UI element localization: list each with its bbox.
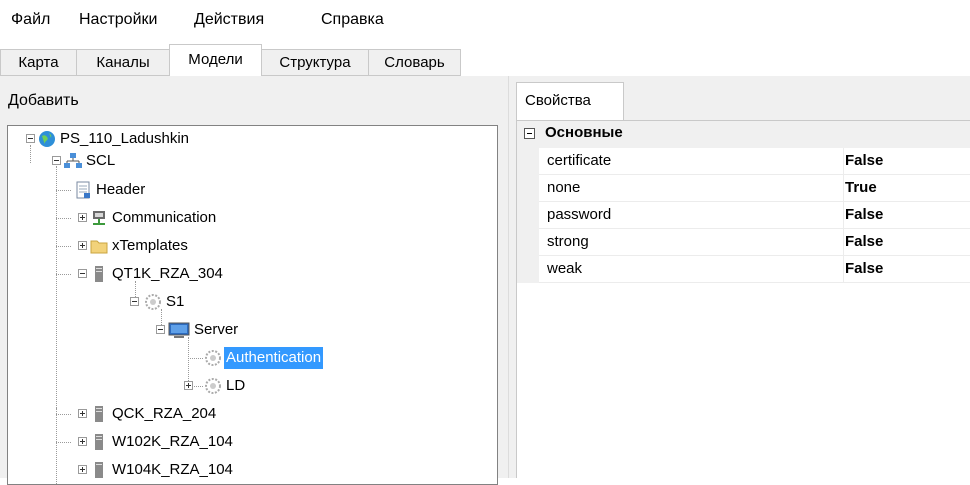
document-icon <box>76 181 90 199</box>
tree-node-root[interactable]: PS_110_Ladushkin <box>8 128 488 150</box>
tree-node-label: Communication <box>112 209 217 226</box>
tree-node-ied[interactable]: QT1K_RZA_304 <box>8 263 488 285</box>
tree-node-label: SCL <box>86 152 116 169</box>
property-row[interactable]: strong False <box>517 229 970 256</box>
monitor-icon <box>168 322 190 338</box>
property-name: none <box>539 175 844 202</box>
server-icon <box>95 462 103 478</box>
server-icon <box>95 266 103 282</box>
property-value[interactable]: False <box>843 148 970 175</box>
property-name: weak <box>539 256 844 283</box>
tree-node-label: W102K_RZA_104 <box>112 433 233 450</box>
collapse-toggle[interactable] <box>156 325 165 334</box>
expand-toggle[interactable] <box>78 465 87 474</box>
menu-help[interactable]: Справка <box>321 11 384 29</box>
tree-node-label: PS_110_Ladushkin <box>60 130 189 147</box>
tree-node-label: S1 <box>166 293 185 310</box>
collapse-toggle[interactable] <box>78 269 87 278</box>
gear-cluster-icon <box>145 294 161 310</box>
tree-node-label: Header <box>96 181 146 198</box>
property-gutter <box>517 175 539 202</box>
property-gutter <box>517 202 539 229</box>
server-icon <box>95 434 103 450</box>
tree-node-communication[interactable]: Communication <box>8 207 488 229</box>
tab-map[interactable]: Карта <box>0 49 77 75</box>
property-row[interactable]: none True <box>517 175 970 202</box>
property-value[interactable]: True <box>843 175 970 202</box>
property-gutter <box>517 229 539 256</box>
property-value[interactable]: False <box>843 229 970 256</box>
panel-splitter[interactable] <box>508 76 516 478</box>
property-value[interactable]: False <box>843 202 970 229</box>
tab-dictionary[interactable]: Словарь <box>368 49 461 75</box>
tab-properties[interactable]: Свойства <box>516 82 624 120</box>
tree-node-ied[interactable]: QCK_RZA_204 <box>8 403 488 425</box>
property-name: certificate <box>539 148 844 175</box>
folder-icon <box>90 240 108 254</box>
property-row[interactable]: certificate False <box>517 148 970 175</box>
category-collapse-toggle[interactable] <box>524 128 535 139</box>
property-name: strong <box>539 229 844 256</box>
network-device-icon <box>93 211 105 225</box>
collapse-toggle[interactable] <box>52 156 61 165</box>
network-icon <box>64 153 82 168</box>
tree-node-label: Authentication <box>224 347 324 369</box>
tree-node-authentication[interactable]: Authentication <box>8 347 488 369</box>
tree-node-label: Server <box>194 321 239 338</box>
expand-toggle[interactable] <box>78 409 87 418</box>
collapse-toggle[interactable] <box>26 134 35 143</box>
menu-settings[interactable]: Настройки <box>79 11 157 29</box>
menu-file[interactable]: Файл <box>11 11 50 29</box>
collapse-toggle[interactable] <box>130 297 139 306</box>
globe-icon <box>39 131 55 147</box>
gear-cluster-icon <box>205 350 221 366</box>
server-icon <box>95 406 103 422</box>
tree-node-label: xTemplates <box>112 237 188 254</box>
property-name: password <box>539 202 844 229</box>
gear-cluster-icon <box>205 378 221 394</box>
property-gutter <box>517 256 539 283</box>
tree-node-header[interactable]: Header <box>8 179 488 201</box>
expand-toggle[interactable] <box>184 381 193 390</box>
properties-panel: Свойства Основные certificate False none… <box>516 76 970 478</box>
property-gutter <box>517 148 539 175</box>
main-tab-strip: Карта Каналы Модели Структура Словарь <box>0 44 970 76</box>
tree-node-scl[interactable]: SCL <box>8 150 488 172</box>
expand-toggle[interactable] <box>78 437 87 446</box>
property-category: Основные <box>517 121 970 148</box>
tree-node-access-point[interactable]: S1 <box>8 291 488 313</box>
expand-toggle[interactable] <box>78 213 87 222</box>
expand-toggle[interactable] <box>78 241 87 250</box>
models-panel: Добавить PS_110_Ladushkin SCL Header Com… <box>0 76 508 485</box>
tree-node-server[interactable]: Server <box>8 319 488 341</box>
category-label: Основные <box>545 124 623 141</box>
tree-node-label: QT1K_RZA_304 <box>112 265 223 282</box>
tree-node-xtemplates[interactable]: xTemplates <box>8 235 488 257</box>
tree-node-ied[interactable]: W102K_RZA_104 <box>8 431 488 453</box>
add-button[interactable]: Добавить <box>8 92 79 110</box>
property-row[interactable]: password False <box>517 202 970 229</box>
tree-node-label: QCK_RZA_204 <box>112 405 217 422</box>
tree-node-ld[interactable]: LD <box>8 375 488 397</box>
tree-connector <box>56 166 57 408</box>
menu-actions[interactable]: Действия <box>194 11 264 29</box>
model-tree[interactable]: PS_110_Ladushkin SCL Header Communicatio… <box>7 125 498 485</box>
tab-channels[interactable]: Каналы <box>76 49 170 75</box>
tab-models[interactable]: Модели <box>169 44 262 76</box>
tree-node-label: LD <box>226 377 246 394</box>
property-value[interactable]: False <box>843 256 970 283</box>
property-grid: Основные certificate False none True pas… <box>516 120 970 478</box>
property-row[interactable]: weak False <box>517 256 970 283</box>
menu-bar: Файл Настройки Действия Справка <box>0 0 970 44</box>
tab-structure[interactable]: Структура <box>261 49 369 75</box>
